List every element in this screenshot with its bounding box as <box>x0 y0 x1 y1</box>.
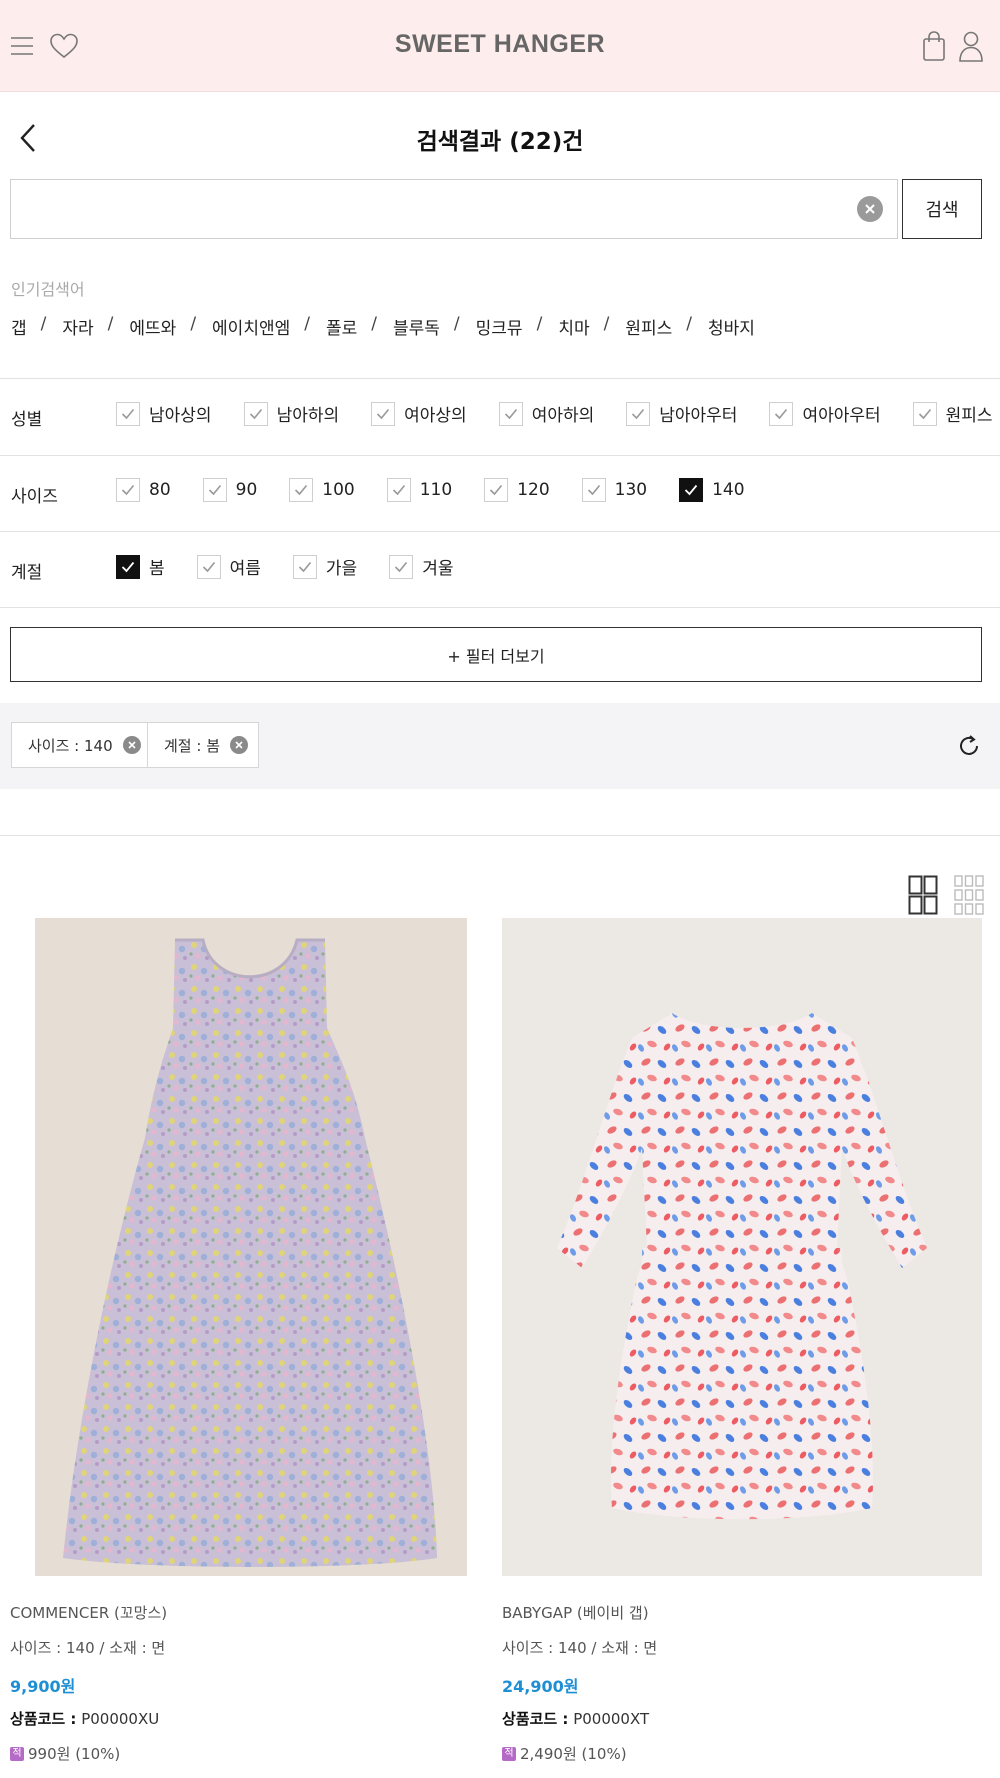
filter-option[interactable]: 100 <box>289 478 355 502</box>
point-badge-icon: 적 <box>10 1746 24 1761</box>
filter-label-gender: 성별 <box>11 410 43 430</box>
remove-filter-icon[interactable] <box>122 736 141 754</box>
user-icon[interactable] <box>951 26 991 66</box>
site-logo[interactable]: SWEET HANGER <box>0 30 1000 59</box>
checkbox[interactable] <box>389 554 414 579</box>
keyword-link[interactable]: 갭 <box>11 314 27 339</box>
keyword-link[interactable]: 자라 <box>62 314 93 339</box>
keyword-link[interactable]: 에뜨와 <box>129 314 176 339</box>
product-price: 9,900원 <box>10 1677 76 1696</box>
filter-label-season: 계절 <box>11 563 43 583</box>
product-size-material: 사이즈 : 140 / 소재 : 면 <box>502 1639 658 1657</box>
product-card[interactable] <box>35 918 467 1576</box>
checkbox[interactable] <box>626 401 651 426</box>
product-card[interactable] <box>502 918 982 1576</box>
checkbox[interactable] <box>769 401 794 426</box>
filter-option[interactable]: 120 <box>484 478 550 502</box>
grid-3-icon[interactable] <box>954 875 984 915</box>
more-filters-button[interactable]: + 필터 더보기 <box>10 627 982 682</box>
checkbox[interactable] <box>484 478 509 502</box>
point-badge-icon: 적 <box>502 1746 516 1761</box>
page-title: 검색결과 (22)건 <box>416 129 584 155</box>
checkbox[interactable] <box>202 478 227 502</box>
checkbox[interactable] <box>196 554 221 579</box>
filter-option[interactable]: 여름 <box>196 554 261 579</box>
filter-option[interactable]: 110 <box>386 478 452 502</box>
filter-option[interactable]: 130 <box>581 478 647 502</box>
search-input[interactable] <box>11 180 851 238</box>
filter-row-size: 사이즈 80 90 100 110 120 130 140 <box>0 456 1000 532</box>
filter-option[interactable]: 90 <box>202 478 257 502</box>
popular-keywords-list: 갭 / 자라 / 에뜨와 / 에이치앤엠 / 폴로 / 블루독 / 밍크뮤 / 치마 / 원피스… <box>11 314 755 339</box>
filter-option[interactable]: 80 <box>116 478 171 502</box>
view-mode-toggle <box>908 875 984 915</box>
filter-option[interactable]: 여아아우터 <box>769 401 881 426</box>
filter-option[interactable]: 남아상의 <box>116 401 212 426</box>
filter-option[interactable]: 140 <box>679 478 745 502</box>
product-size-material: 사이즈 : 140 / 소재 : 면 <box>10 1639 166 1657</box>
remove-filter-icon[interactable] <box>230 736 248 754</box>
filter-option[interactable]: 여아하의 <box>498 401 594 426</box>
product-brand[interactable]: COMMENCER (꼬망스) <box>10 1602 167 1623</box>
product-point: 적 990원 (10%) <box>10 1743 120 1764</box>
title-bar: 검색결과 (22)건 <box>0 110 1000 166</box>
keyword-link[interactable]: 에이치앤엠 <box>212 314 290 339</box>
keyword-link[interactable]: 밍크뮤 <box>476 314 523 339</box>
filter-option[interactable]: 가을 <box>292 554 357 579</box>
product-brand[interactable]: BABYGAP (베이비 갭) <box>502 1602 649 1623</box>
product-code: 상품코드 : P00000XU <box>10 1710 160 1728</box>
filter-option[interactable]: 원피스 <box>912 401 993 426</box>
filter-row-season: 계절 봄 여름 가을 겨울 <box>0 532 1000 608</box>
checkbox-checked[interactable] <box>116 554 140 579</box>
divider <box>0 607 1000 608</box>
search-box <box>10 179 898 239</box>
checkbox[interactable] <box>386 478 411 502</box>
product-price: 24,900원 <box>502 1677 579 1696</box>
checkbox[interactable] <box>581 478 606 502</box>
popular-keywords-label: 인기검색어 <box>11 280 85 299</box>
refresh-icon[interactable] <box>956 733 982 759</box>
keyword-link[interactable]: 블루독 <box>393 314 440 339</box>
checkbox[interactable] <box>371 401 396 426</box>
filter-option[interactable]: 남아하의 <box>243 401 339 426</box>
product-image[interactable] <box>35 918 467 1576</box>
filter-option[interactable]: 겨울 <box>389 554 453 579</box>
keyword-link[interactable]: 폴로 <box>326 314 357 339</box>
checkbox[interactable] <box>498 401 523 426</box>
active-filter-chip: 사이즈 : 140 <box>11 722 152 768</box>
checkbox[interactable] <box>116 401 140 426</box>
grid-2-icon[interactable] <box>908 875 938 915</box>
product-point: 적 2,490원 (10%) <box>502 1743 627 1764</box>
filter-label-size: 사이즈 <box>11 487 58 507</box>
checkbox[interactable] <box>292 554 317 579</box>
shopping-bag-icon[interactable] <box>914 26 954 66</box>
filter-option[interactable]: 봄 <box>116 554 165 579</box>
product-code: 상품코드 : P00000XT <box>502 1710 650 1728</box>
checkbox-checked[interactable] <box>679 478 704 502</box>
active-filters-bar: 사이즈 : 140 계절 : 봄 <box>0 703 1000 789</box>
keyword-link[interactable]: 청바지 <box>708 314 755 339</box>
keyword-link[interactable]: 치마 <box>558 314 589 339</box>
filter-option[interactable]: 여아상의 <box>371 401 467 426</box>
clear-search-icon[interactable] <box>857 196 883 222</box>
top-header: SWEET HANGER <box>0 0 1000 92</box>
checkbox[interactable] <box>912 401 937 426</box>
filter-row-gender: 성별 남아상의 남아하의 여아상의 여아하의 남아아우터 여아아우터 원피스 <box>0 379 1000 455</box>
checkbox[interactable] <box>289 478 314 502</box>
keyword-link[interactable]: 원피스 <box>625 314 672 339</box>
product-image[interactable] <box>502 918 982 1576</box>
checkbox[interactable] <box>116 478 140 502</box>
checkbox[interactable] <box>243 401 268 426</box>
divider <box>0 835 1000 836</box>
filter-option[interactable]: 남아아우터 <box>626 401 737 426</box>
active-filter-chip: 계절 : 봄 <box>147 722 259 768</box>
search-button[interactable]: 검색 <box>902 179 982 239</box>
